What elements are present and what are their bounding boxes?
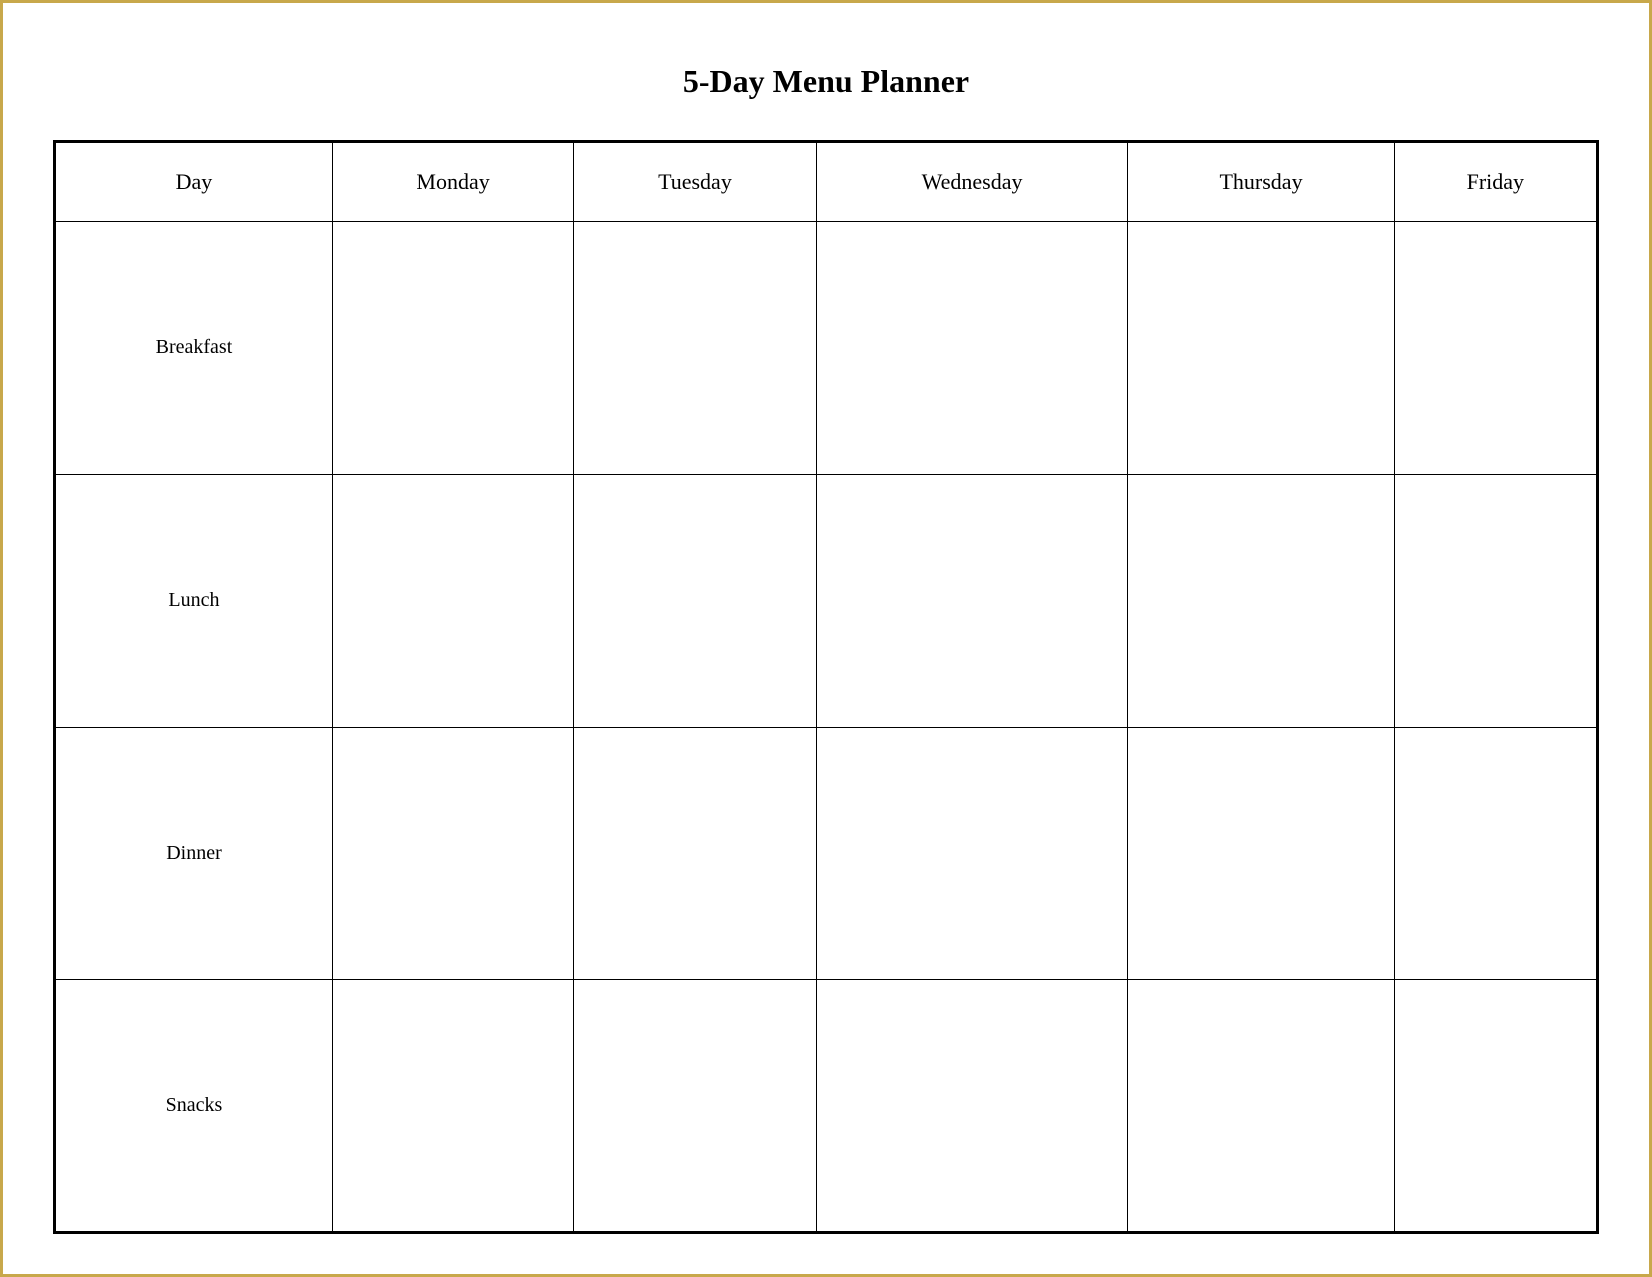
meal-cell-breakfast-friday[interactable] (1394, 222, 1597, 475)
meal-cell-breakfast-monday[interactable] (332, 222, 573, 475)
meal-label-breakfast: Breakfast (55, 222, 333, 475)
meal-cell-snacks-tuesday[interactable] (574, 980, 816, 1233)
meal-cell-breakfast-wednesday[interactable] (816, 222, 1128, 475)
menu-planner-table: Day Monday Tuesday Wednesday Thursday Fr… (53, 140, 1599, 1234)
meal-cell-snacks-thursday[interactable] (1128, 980, 1394, 1233)
meal-cell-lunch-tuesday[interactable] (574, 474, 816, 727)
col-header-friday: Friday (1394, 142, 1597, 222)
meal-cell-breakfast-tuesday[interactable] (574, 222, 816, 475)
meal-row-lunch: Lunch (55, 474, 1598, 727)
meal-cell-lunch-monday[interactable] (332, 474, 573, 727)
col-header-day: Day (55, 142, 333, 222)
meal-label-lunch: Lunch (55, 474, 333, 727)
meal-cell-dinner-tuesday[interactable] (574, 727, 816, 980)
meal-cell-dinner-friday[interactable] (1394, 727, 1597, 980)
meal-cell-snacks-wednesday[interactable] (816, 980, 1128, 1233)
meal-label-snacks: Snacks (55, 980, 333, 1233)
col-header-tuesday: Tuesday (574, 142, 816, 222)
col-header-monday: Monday (332, 142, 573, 222)
col-header-wednesday: Wednesday (816, 142, 1128, 222)
meal-cell-snacks-monday[interactable] (332, 980, 573, 1233)
meal-cell-lunch-friday[interactable] (1394, 474, 1597, 727)
header-row: Day Monday Tuesday Wednesday Thursday Fr… (55, 142, 1598, 222)
meal-cell-dinner-monday[interactable] (332, 727, 573, 980)
meal-cell-breakfast-thursday[interactable] (1128, 222, 1394, 475)
page-title: 5-Day Menu Planner (683, 63, 969, 100)
col-header-thursday: Thursday (1128, 142, 1394, 222)
meal-row-snacks: Snacks (55, 980, 1598, 1233)
meal-cell-snacks-friday[interactable] (1394, 980, 1597, 1233)
meal-cell-dinner-wednesday[interactable] (816, 727, 1128, 980)
meal-label-dinner: Dinner (55, 727, 333, 980)
meal-row-dinner: Dinner (55, 727, 1598, 980)
meal-cell-lunch-wednesday[interactable] (816, 474, 1128, 727)
meal-cell-lunch-thursday[interactable] (1128, 474, 1394, 727)
meal-cell-dinner-thursday[interactable] (1128, 727, 1394, 980)
meal-row-breakfast: Breakfast (55, 222, 1598, 475)
